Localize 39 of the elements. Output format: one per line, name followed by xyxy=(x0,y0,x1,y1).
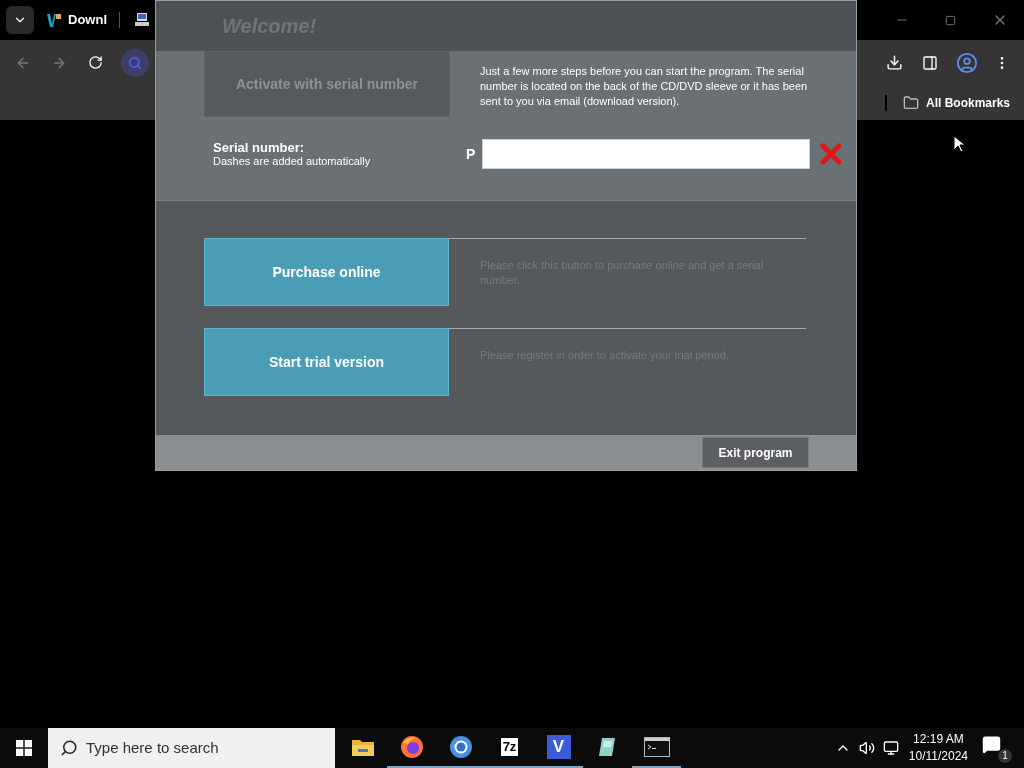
notifications-button[interactable]: 1 xyxy=(982,733,1012,763)
reload-icon[interactable] xyxy=(88,55,103,70)
download-icon[interactable] xyxy=(886,54,903,71)
search-button[interactable] xyxy=(121,48,149,77)
folder-icon[interactable] xyxy=(350,737,375,757)
windows-start-icon[interactable] xyxy=(16,740,32,756)
search-icon xyxy=(128,55,142,70)
clock-time: 12:19 AM xyxy=(913,731,964,748)
fox-globe-icon[interactable] xyxy=(399,735,424,759)
serial-number-hint: Dashes are added automatically xyxy=(213,155,372,168)
speaker-icon[interactable] xyxy=(858,740,875,756)
notification-count: 1 xyxy=(998,749,1012,763)
taskbar-search-field[interactable]: Type here to search xyxy=(48,728,335,768)
v-app-icon[interactable]: V xyxy=(546,735,571,759)
network-icon[interactable] xyxy=(882,740,899,756)
archive-app-icon[interactable]: 7z xyxy=(499,737,520,757)
serial-prefix: P xyxy=(466,144,476,164)
profile-icon[interactable] xyxy=(956,51,978,74)
intro-text: Just a few more steps before you can start the program. The serial number is located on the back of the CD/DVD sleeve or it has been sent to you via email (download version). xyxy=(480,64,809,109)
restore-icon[interactable] xyxy=(945,14,956,26)
tab-list-button[interactable] xyxy=(6,6,34,34)
browser-tab[interactable]: Downl xyxy=(46,5,111,35)
browser-circle-icon[interactable] xyxy=(448,735,473,759)
serial-number-field[interactable] xyxy=(482,139,811,169)
tab-title: Downl xyxy=(68,11,107,30)
clock[interactable]: 12:19 AM 10/11/2024 xyxy=(908,731,968,765)
side-panel-icon[interactable] xyxy=(922,54,938,71)
logo-icon xyxy=(46,12,62,28)
terminal-icon[interactable] xyxy=(643,737,670,757)
computer-icon[interactable] xyxy=(134,12,150,28)
search-icon xyxy=(60,739,78,757)
mouse-cursor-icon xyxy=(953,135,965,153)
folder-icon xyxy=(902,94,919,111)
clock-date: 10/11/2024 xyxy=(908,748,968,765)
chat-bubble-icon xyxy=(982,735,1001,754)
search-placeholder: Type here to search xyxy=(86,737,219,758)
all-bookmarks-button[interactable]: All Bookmarks xyxy=(902,93,1010,112)
exit-program-button[interactable]: Exit program xyxy=(702,437,809,468)
serial-number-label: Serial number: xyxy=(213,140,306,155)
